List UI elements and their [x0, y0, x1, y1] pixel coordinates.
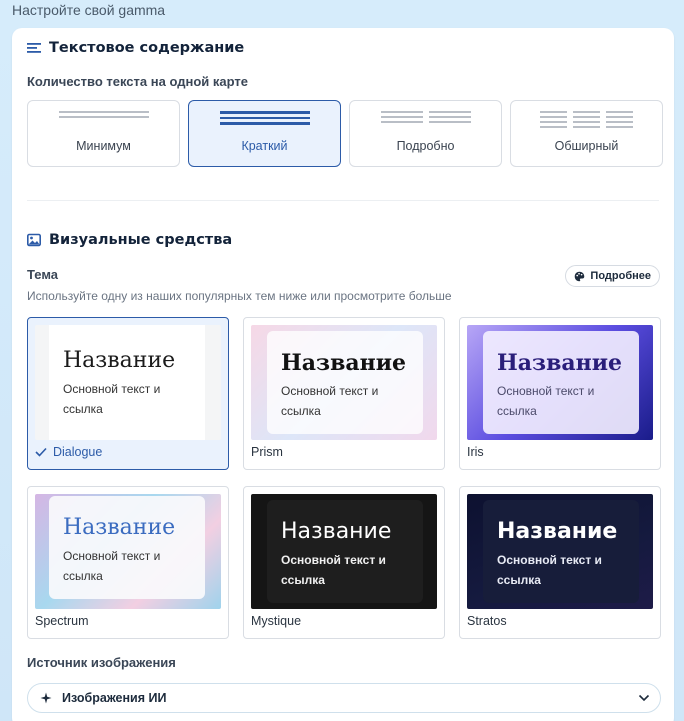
image-source-select[interactable]: Изображения ИИ — [27, 683, 661, 713]
text-amount-label-detailed: Подробно — [396, 139, 455, 153]
theme-name-mystique: Mystique — [251, 614, 302, 628]
preview-body: Основной текст и ссылка — [281, 553, 386, 587]
image-source-label: Источник изображения — [27, 655, 176, 670]
theme-card-mystique[interactable]: Название Основной текст и ссылка Mystiqu… — [243, 486, 445, 639]
text-amount-brief[interactable]: Краткий — [188, 100, 341, 167]
text-amount-options: Минимум Краткий Подробно Обширный — [27, 100, 663, 167]
theme-hint: Используйте одну из наших популярных тем… — [27, 289, 452, 303]
preview-body: Основной текст и ссылка — [281, 384, 379, 418]
theme-preview-dialogue: Название Основной текст и ссылка — [35, 325, 221, 440]
text-amount-minimum[interactable]: Минимум — [27, 100, 180, 167]
palette-icon — [575, 271, 585, 281]
visuals-heading-label: Визуальные средства — [49, 232, 233, 248]
theme-name-iris: Iris — [467, 445, 484, 459]
theme-label: Тема — [27, 267, 59, 282]
preview-title: Название — [281, 350, 407, 376]
theme-name-dialogue: Dialogue — [35, 445, 102, 459]
image-source-value: Изображения ИИ — [62, 691, 167, 705]
page-title: Настройте свой gamma — [12, 2, 166, 18]
theme-card-spectrum[interactable]: Название Основной текст и ссылка Spectru… — [27, 486, 229, 639]
section-divider — [27, 200, 659, 201]
text-amount-extensive[interactable]: Обширный — [510, 100, 663, 167]
lines-extensive-icon — [511, 111, 662, 128]
theme-preview-spectrum: Название Основной текст и ссылка — [35, 494, 221, 609]
preview-title: Название — [63, 515, 176, 540]
preview-title: Название — [63, 348, 176, 373]
check-icon — [35, 447, 47, 457]
theme-grid: Название Основной текст и ссылка Dialogu… — [27, 317, 661, 639]
preview-title: Название — [281, 519, 392, 544]
text-amount-label-minimum: Минимум — [76, 139, 131, 153]
theme-preview-mystique: Название Основной текст и ссылка — [251, 494, 437, 609]
text-lines-icon — [27, 43, 41, 53]
text-content-heading: Текстовое содержание — [27, 40, 244, 56]
more-themes-label: Подробнее — [590, 270, 651, 282]
more-themes-button[interactable]: Подробнее — [565, 265, 660, 287]
theme-preview-iris: Название Основной текст и ссылка — [467, 325, 653, 440]
theme-preview-prism: Название Основной текст и ссылка — [251, 325, 437, 440]
theme-name-stratos: Stratos — [467, 614, 507, 628]
theme-card-prism[interactable]: Название Основной текст и ссылка Prism — [243, 317, 445, 470]
lines-minimal-icon — [28, 111, 179, 118]
preview-title: Название — [497, 350, 623, 376]
visuals-heading: Визуальные средства — [27, 232, 232, 248]
sparkle-icon — [40, 692, 52, 704]
preview-title: Название — [497, 519, 618, 544]
text-amount-label-brief: Краткий — [241, 139, 288, 153]
image-icon — [27, 233, 41, 247]
text-amount-label: Количество текста на одной карте — [27, 74, 248, 89]
theme-card-iris[interactable]: Название Основной текст и ссылка Iris — [459, 317, 661, 470]
preview-body: Основной текст и ссылка — [497, 553, 602, 587]
lines-detailed-icon — [350, 111, 501, 123]
chevron-down-icon — [638, 694, 650, 702]
text-amount-detailed[interactable]: Подробно — [349, 100, 502, 167]
theme-card-stratos[interactable]: Название Основной текст и ссылка Stratos — [459, 486, 661, 639]
theme-preview-stratos: Название Основной текст и ссылка — [467, 494, 653, 609]
lines-brief-icon — [189, 111, 340, 125]
preview-body: Основной текст и ссылка — [63, 549, 161, 583]
preview-body: Основной текст и ссылка — [63, 382, 161, 416]
theme-card-dialogue[interactable]: Название Основной текст и ссылка Dialogu… — [27, 317, 229, 470]
text-amount-label-extensive: Обширный — [554, 139, 619, 153]
text-content-heading-label: Текстовое содержание — [49, 40, 245, 56]
theme-name-prism: Prism — [251, 445, 283, 459]
theme-name-spectrum: Spectrum — [35, 614, 89, 628]
preview-body: Основной текст и ссылка — [497, 384, 595, 418]
settings-panel: Текстовое содержание Количество текста н… — [12, 28, 674, 721]
